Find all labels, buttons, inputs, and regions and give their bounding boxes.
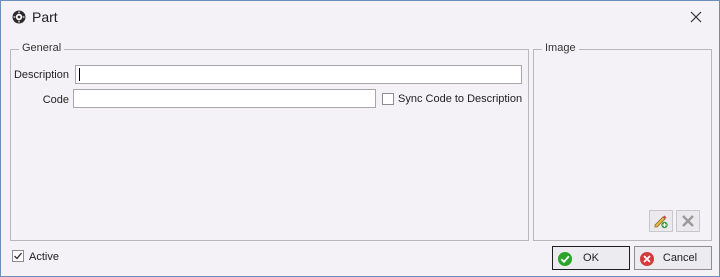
cancel-button[interactable]: Cancel xyxy=(634,246,712,270)
app-gear-icon xyxy=(12,10,26,24)
image-legend: Image xyxy=(542,42,579,54)
ok-label: OK xyxy=(583,252,599,264)
edit-image-button[interactable] xyxy=(649,210,673,232)
pencil-add-icon xyxy=(654,215,668,229)
close-icon xyxy=(690,11,702,23)
part-dialog: Part General Description Code Sync Code … xyxy=(0,0,720,277)
checkmark-icon xyxy=(14,252,23,260)
sync-code-checkbox[interactable] xyxy=(382,93,394,105)
description-input[interactable] xyxy=(75,65,522,84)
code-input[interactable] xyxy=(73,89,376,108)
general-legend: General xyxy=(19,42,65,54)
description-label: Description xyxy=(13,69,69,81)
delete-image-button[interactable] xyxy=(676,210,700,232)
active-checkbox[interactable] xyxy=(12,250,24,262)
active-label[interactable]: Active xyxy=(29,251,59,263)
delete-x-icon xyxy=(682,215,694,227)
window-title: Part xyxy=(32,9,58,25)
text-caret xyxy=(79,68,80,81)
ok-button[interactable]: OK xyxy=(552,246,630,270)
close-button[interactable] xyxy=(685,7,707,27)
code-label: Code xyxy=(42,94,69,106)
title-bar: Part xyxy=(1,1,719,33)
sync-code-label[interactable]: Sync Code to Description xyxy=(398,93,522,105)
cancel-label: Cancel xyxy=(662,252,698,264)
